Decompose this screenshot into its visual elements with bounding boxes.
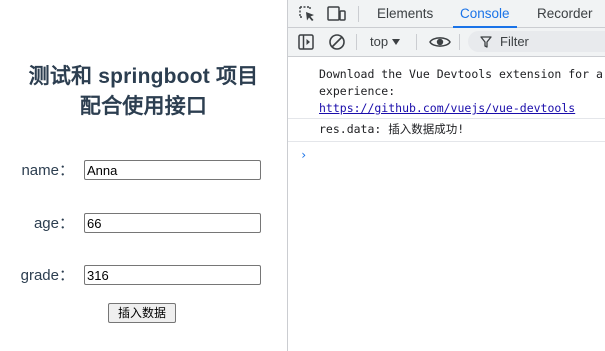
grade-label: grade： (20, 267, 74, 284)
page-title-line2: 配合使用接口 (79, 95, 208, 118)
context-selector[interactable]: top (370, 32, 401, 52)
filter-placeholder: Filter (500, 34, 529, 49)
dropdown-caret-icon (392, 39, 401, 45)
app-page: 测试和 springboot 项目 配合使用接口 name： age： grad… (0, 0, 287, 351)
name-label: name： (21, 162, 74, 179)
page-title: 测试和 springboot 项目 配合使用接口 (0, 62, 287, 122)
clear-console-icon[interactable] (327, 32, 347, 52)
devtools-tabbar: Elements Console Recorder (288, 0, 605, 28)
console-message: res.data: 插入数据成功! (319, 122, 465, 136)
console-message-line: experience: (319, 84, 396, 98)
filter-funnel-icon (480, 35, 492, 48)
toolbar-divider-1 (356, 34, 357, 50)
message-divider (288, 118, 605, 119)
name-row: name： (0, 160, 287, 182)
console-message-line: Download the Vue Devtools extension for … (319, 67, 603, 81)
console-output: Download the Vue Devtools extension for … (288, 57, 605, 351)
age-input[interactable] (84, 213, 261, 233)
toolbar-divider-2 (416, 34, 417, 50)
name-input[interactable] (84, 160, 261, 180)
devtools-panel: Elements Console Recorder top Filter Dow… (287, 0, 605, 351)
tab-elements[interactable]: Elements (377, 0, 433, 27)
vue-devtools-link[interactable]: https://github.com/vuejs/vue-devtools (319, 101, 575, 115)
insert-data-button[interactable]: 插入数据 (108, 303, 176, 323)
console-prompt-chevron-icon[interactable]: › (300, 148, 307, 162)
console-message: Download the Vue Devtools extension for … (319, 66, 605, 117)
live-expression-eye-icon[interactable] (428, 32, 452, 52)
grade-row: grade： (0, 265, 287, 287)
message-divider (288, 141, 605, 142)
toolbar-divider-3 (459, 34, 460, 50)
age-row: age： (0, 213, 287, 235)
screen: 测试和 springboot 项目 配合使用接口 name： age： grad… (0, 0, 605, 351)
console-toolbar: top Filter (288, 28, 605, 57)
tabbar-divider (358, 6, 359, 22)
show-sidebar-icon[interactable] (296, 32, 316, 52)
tab-console[interactable]: Console (453, 0, 517, 28)
filter-input[interactable]: Filter (468, 31, 605, 52)
device-toolbar-icon[interactable] (326, 4, 346, 24)
inspect-element-icon[interactable] (297, 4, 317, 24)
page-title-line1: 测试和 springboot 项目 (28, 65, 259, 88)
age-label: age： (33, 215, 74, 232)
grade-input[interactable] (84, 265, 261, 285)
context-selector-value: top (370, 34, 389, 49)
tab-recorder[interactable]: Recorder (537, 0, 593, 27)
